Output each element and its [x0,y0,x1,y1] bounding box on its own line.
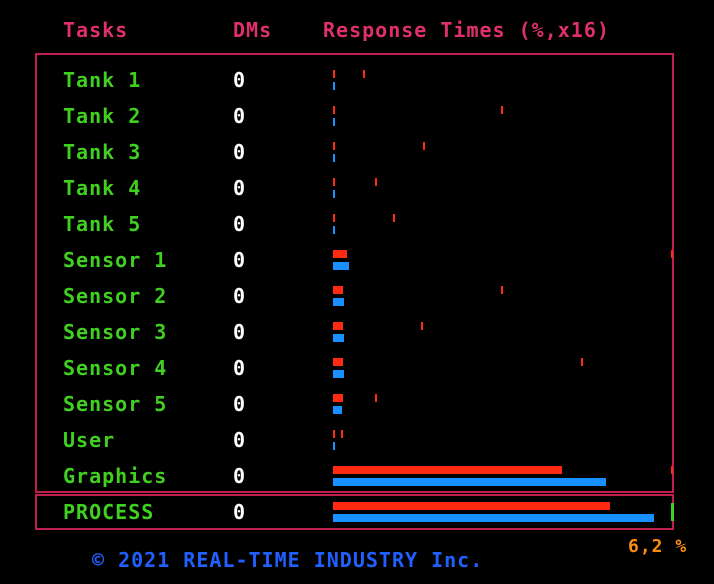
task-dms: 0 [233,176,246,200]
response-bar-blue [333,226,335,234]
response-bar-red [333,106,335,114]
task-dms: 0 [233,248,246,272]
response-bar-blue [333,82,335,90]
task-row: Tank 2 0 [0,97,714,133]
task-dms: 0 [233,140,246,164]
task-name: Sensor 1 [63,248,168,272]
task-name: Sensor 5 [63,392,168,416]
task-row: Tank 1 0 [0,61,714,97]
tasks-header: Tasks [63,18,129,42]
max-response-tick [501,106,503,114]
max-response-tick [375,394,377,402]
task-row: Graphics 0 [0,457,714,493]
copyright-text: © 2021 REAL-TIME INDUSTRY Inc. [92,548,484,572]
response-bar-blue [333,190,335,198]
max-response-tick [341,430,343,438]
max-response-tick [581,358,583,366]
task-name: Sensor 4 [63,356,168,380]
task-name: Tank 3 [63,140,142,164]
task-row: Sensor 2 0 [0,277,714,313]
task-name: Tank 2 [63,104,142,128]
response-bar-red [333,358,343,366]
process-limit-marker [671,503,674,521]
task-dms: 0 [233,464,246,488]
response-times-header: Response Times (%,x16) [323,18,610,42]
task-row: Sensor 3 0 [0,313,714,349]
response-bar-red [333,286,343,294]
response-bar-blue [333,334,344,342]
task-name: Tank 1 [63,68,142,92]
response-bar-red [333,466,562,474]
response-bar-blue [333,442,335,450]
task-row: Sensor 1 0 [0,241,714,277]
max-response-tick [671,466,673,474]
response-bar-red [333,214,335,222]
process-bar-red [333,502,610,510]
task-row: Tank 4 0 [0,169,714,205]
response-bar-red [333,250,347,258]
cpu-percent: 6,2 % [628,536,688,557]
response-bar-blue [333,154,335,162]
task-dms: 0 [233,212,246,236]
task-dms: 0 [233,284,246,308]
process-dms: 0 [233,500,246,524]
response-bar-blue [333,118,335,126]
task-name: User [63,428,116,452]
task-name: Sensor 2 [63,284,168,308]
response-bar-red [333,178,335,186]
task-dms: 0 [233,104,246,128]
max-response-tick [671,250,673,258]
task-row: User 0 [0,421,714,457]
process-row: PROCESS 0 [0,493,714,529]
task-name: Tank 4 [63,176,142,200]
response-bar-blue [333,262,349,270]
response-bar-blue [333,406,342,414]
response-bar-blue [333,478,606,486]
max-response-tick [363,70,365,78]
max-response-tick [501,286,503,294]
max-response-tick [421,322,423,330]
task-dms: 0 [233,320,246,344]
task-name: Tank 5 [63,212,142,236]
task-row: Sensor 4 0 [0,349,714,385]
task-dms: 0 [233,356,246,380]
task-row: Sensor 5 0 [0,385,714,421]
response-bar-blue [333,370,344,378]
process-name: PROCESS [63,500,155,524]
max-response-tick [423,142,425,150]
task-dms: 0 [233,68,246,92]
response-bar-red [333,322,343,330]
response-bar-red [333,394,343,402]
task-name: Graphics [63,464,168,488]
response-bar-red [333,70,335,78]
task-name: Sensor 3 [63,320,168,344]
max-response-tick [393,214,395,222]
max-response-tick [375,178,377,186]
task-dms: 0 [233,392,246,416]
response-bar-red [333,430,335,438]
task-row: Tank 5 0 [0,205,714,241]
process-bar-blue [333,514,654,522]
task-row: Tank 3 0 [0,133,714,169]
task-dms: 0 [233,428,246,452]
dms-header: DMs [233,18,273,42]
response-bar-red [333,142,335,150]
response-bar-blue [333,298,344,306]
